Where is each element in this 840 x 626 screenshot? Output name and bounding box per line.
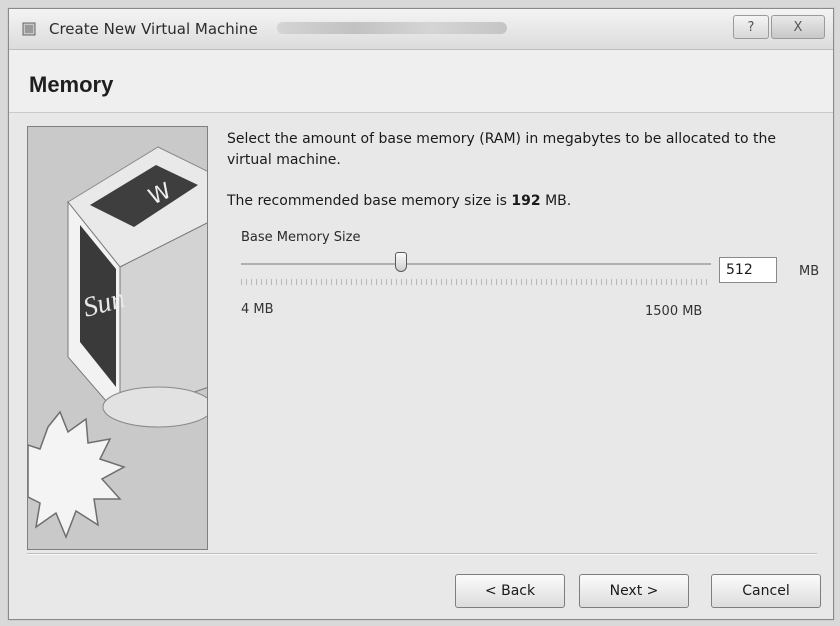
- recommended-value: 192: [511, 193, 541, 209]
- help-icon: ?: [747, 19, 755, 35]
- help-button[interactable]: ?: [733, 15, 769, 39]
- base-memory-size-label: Base Memory Size: [241, 230, 361, 245]
- memory-content: Select the amount of base memory (RAM) i…: [227, 129, 823, 319]
- recommended-unit: MB.: [540, 193, 572, 209]
- create-vm-dialog: Create New Virtual Machine ? X Memory W …: [8, 8, 834, 620]
- virtualbox-app-icon: [22, 22, 36, 36]
- title-bar: Create New Virtual Machine ? X: [9, 9, 833, 50]
- next-button[interactable]: Next >: [579, 574, 689, 608]
- memory-description: Select the amount of base memory (RAM) i…: [227, 131, 776, 168]
- virtualbox-cube-illustration: W Sun: [28, 127, 207, 549]
- cancel-button[interactable]: Cancel: [711, 574, 821, 608]
- recommended-memory-text: The recommended base memory size is 192 …: [227, 191, 571, 212]
- close-icon: X: [793, 19, 803, 35]
- memory-unit-label: MB: [799, 264, 820, 279]
- slider-min-label: 4 MB: [241, 302, 274, 317]
- slider-thumb[interactable]: [394, 252, 407, 272]
- slider-ticks: [241, 279, 711, 285]
- memory-slider[interactable]: [241, 251, 711, 291]
- memory-size-input[interactable]: [719, 257, 777, 283]
- recommended-prefix: The recommended base memory size is: [227, 193, 512, 209]
- title-background-blur: [277, 22, 507, 34]
- back-button[interactable]: < Back: [455, 574, 565, 608]
- window-title: Create New Virtual Machine: [49, 20, 258, 38]
- close-button[interactable]: X: [771, 15, 825, 39]
- slider-max-label: 1500 MB: [645, 304, 703, 319]
- page-title: Memory: [29, 72, 114, 97]
- wizard-side-image: W Sun: [27, 126, 208, 550]
- footer-separator: [27, 553, 817, 554]
- slider-track: [241, 263, 711, 265]
- page-header: Memory: [9, 50, 833, 113]
